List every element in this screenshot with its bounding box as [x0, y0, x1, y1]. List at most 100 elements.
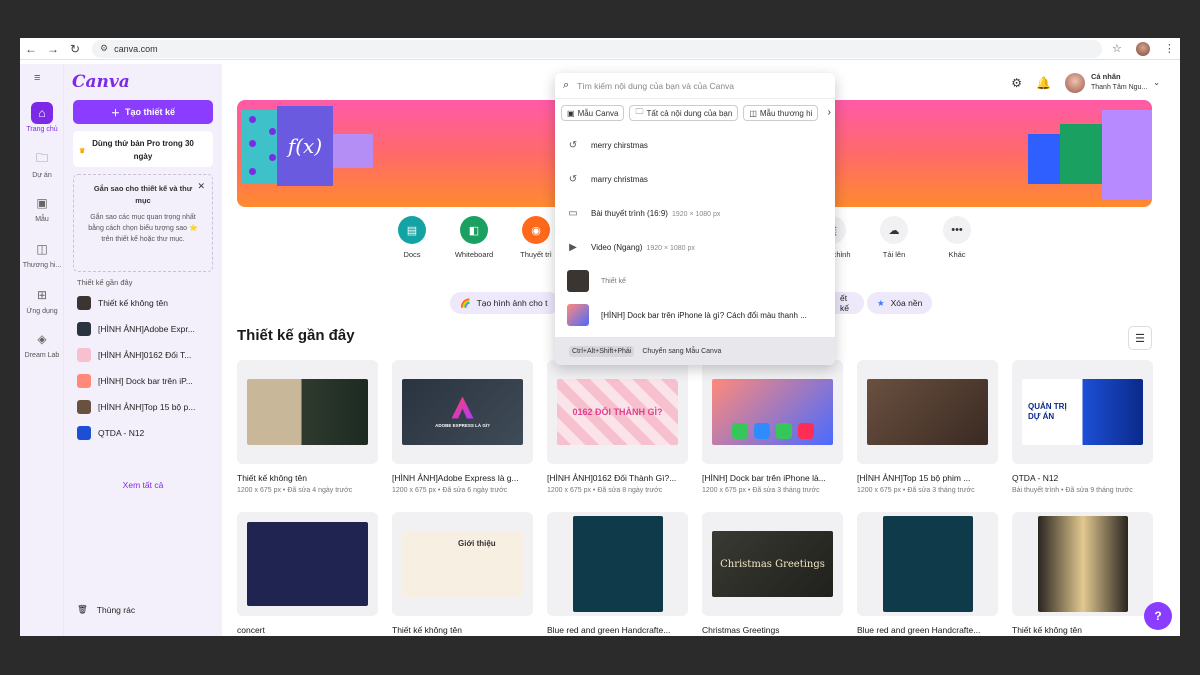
pro-trial-label: Dùng thử bản Pro trong 30 ngày	[92, 139, 194, 161]
template-icon: ▣	[36, 196, 48, 210]
rail-item-projects[interactable]: 🗀 Dự án	[20, 148, 64, 180]
quick-whiteboard[interactable]: ◧ Whiteboard	[444, 216, 504, 259]
search-suggestion[interactable]: ▶ Video (Ngang) 1920 × 1080 px	[555, 233, 835, 261]
card-thumbnail: QUẢN TRỊ DỰ ÁN	[1012, 360, 1153, 464]
search-suggestion[interactable]: ▭ Bài thuyết trình (16:9) 1920 × 1080 px	[555, 199, 835, 227]
search-placeholder: Tìm kiếm nội dung của bạn và của Canva	[577, 80, 735, 91]
canva-logo[interactable]: Canva	[72, 72, 130, 92]
search-input[interactable]: ⌕ Tìm kiếm nội dung của bạn và của Canva	[555, 73, 835, 99]
card-title: [HÌNH ẢNH]0162 Đối Thành Gì?...	[547, 473, 677, 483]
pill-label: Tạo hình ảnh cho t	[476, 298, 548, 308]
trash-button[interactable]: 🗑 Thùng rác	[77, 604, 135, 615]
design-card[interactable]: ADOBE EXPRESS LÀ GÌ? [HÌNH ẢNH]Adobe Exp…	[392, 360, 533, 494]
folder-icon: 🗀	[35, 150, 48, 165]
recent-design-label: [HÌNH ẢNH]0162 Đối T...	[98, 350, 192, 360]
rail-item-dreamlab[interactable]: ◈ Dream Lab	[20, 328, 64, 359]
rail-item-apps[interactable]: ⊞ Ứng dụng	[20, 284, 64, 315]
suggestion-text: merry chirstmas	[591, 140, 648, 150]
reload-icon[interactable]: ↻	[64, 38, 86, 60]
list-view-icon[interactable]: ☰	[1128, 326, 1152, 350]
design-card[interactable]: [HÌNH] Dock bar trên iPhone là... 1200 x…	[702, 360, 843, 494]
quick-label: Thuyết trì	[520, 250, 552, 259]
design-preview	[247, 379, 368, 445]
design-thumbnail	[77, 374, 91, 388]
recent-design-item[interactable]: [HÌNH ẢNH]0162 Đối T...	[77, 347, 191, 363]
chip-brand-templates[interactable]: ◫ Mẫu thương hi	[743, 105, 819, 121]
design-card[interactable]: Thiết kế không tên	[1012, 512, 1153, 635]
chip-all-your-content[interactable]: 🗀 Tất cả nội dung của bạn	[629, 105, 739, 121]
design-card[interactable]: 0162 ĐỔI THÀNH GÌ? [HÌNH ẢNH]0162 Đối Th…	[547, 360, 688, 494]
pill-label: ết kế	[840, 293, 849, 313]
rail-item-brand[interactable]: ◫ Thương hi...	[20, 238, 64, 269]
design-card[interactable]: QUẢN TRỊ DỰ ÁN QTDA - N12 Bài thuyết trì…	[1012, 360, 1153, 494]
rail-item-label: Dự án	[32, 172, 52, 179]
quick-docs[interactable]: ▤ Docs	[382, 216, 442, 259]
chevron-right-icon[interactable]: ›	[828, 107, 831, 118]
close-icon[interactable]: ✕	[197, 181, 205, 192]
address-bar[interactable]: ⚙ canva.com	[92, 39, 1102, 58]
dreamlab-icon: ◈	[37, 332, 47, 346]
account-switcher[interactable]: Cá nhân Thanh Tâm Ngu... ⌄	[1065, 72, 1160, 93]
history-icon: ↺	[568, 139, 578, 151]
card-title: Blue red and green Handcrafte...	[857, 625, 981, 635]
design-card[interactable]: Giới thiệu Thiết kế không tên	[392, 512, 533, 635]
design-card[interactable]: concert	[237, 512, 378, 635]
settings-gear-icon[interactable]: ⚙	[1011, 76, 1022, 90]
rail-item-templates[interactable]: ▣ Mẫu	[20, 192, 64, 223]
design-thumbnail	[567, 270, 589, 292]
back-icon[interactable]: ←	[20, 38, 42, 60]
forward-icon[interactable]: →	[42, 38, 64, 60]
search-result-label[interactable]: Thiết kế	[555, 267, 835, 295]
notification-bell-icon[interactable]: 🔔	[1036, 76, 1051, 90]
recent-design-item[interactable]: [HÌNH ẢNH]Top 15 bộ p...	[77, 399, 195, 415]
recent-design-item[interactable]: [HÌNH] Dock bar trên iP...	[77, 373, 193, 389]
card-title: [HÌNH ẢNH]Adobe Express là g...	[392, 473, 519, 483]
design-card[interactable]: Christmas Greetings Christmas Greetings	[702, 512, 843, 635]
trash-icon: 🗑	[77, 604, 88, 614]
design-card[interactable]: [HÌNH ẢNH]Top 15 bộ phim ... 1200 x 675 …	[857, 360, 998, 494]
recent-design-label: QTDA - N12	[98, 428, 145, 438]
search-footer[interactable]: Ctrl+Alt+Shift+Phải Chuyển sang Mẫu Canv…	[555, 337, 835, 365]
design-card[interactable]: Blue red and green Handcrafte...	[857, 512, 998, 635]
help-button[interactable]: ?	[1144, 602, 1172, 630]
card-thumbnail: Giới thiệu	[392, 512, 533, 616]
create-design-button[interactable]: ＋ Tạo thiết kế	[73, 100, 213, 124]
design-card[interactable]: Thiết kế không tên 1200 x 675 px • Đã sử…	[237, 360, 378, 494]
design-preview: Christmas Greetings	[712, 531, 833, 597]
rail-item-home[interactable]: ⌂ Trang chủ	[20, 102, 64, 133]
site-settings-icon[interactable]: ⚙	[100, 43, 108, 54]
design-preview: Giới thiệu	[402, 531, 523, 597]
profile-avatar[interactable]	[1135, 41, 1150, 56]
remove-background-pill[interactable]: ★ Xóa nền	[867, 292, 933, 314]
card-thumbnail	[857, 512, 998, 616]
dot-decoration	[269, 128, 276, 135]
search-suggestion[interactable]: ↺ marry christmas	[555, 165, 835, 193]
see-all-link[interactable]: Xem tất cả	[64, 480, 222, 490]
recent-design-item[interactable]: Thiết kế không tên	[77, 295, 168, 311]
keyboard-shortcut: Ctrl+Alt+Shift+Phải	[569, 345, 635, 357]
search-suggestion[interactable]: ↺ merry chirstmas	[555, 131, 835, 159]
quick-more[interactable]: ••• Khác	[927, 216, 987, 259]
browser-menu-icon[interactable]: ⋮	[1164, 42, 1175, 55]
collapse-sidebar-icon[interactable]: ≡	[34, 72, 40, 84]
avatar	[1065, 72, 1085, 93]
bookmark-star-icon[interactable]: ☆	[1112, 42, 1122, 55]
magic-media-pill[interactable]: 🌈 Tạo hình ảnh cho t	[450, 292, 560, 314]
design-card[interactable]: Blue red and green Handcrafte...	[547, 512, 688, 635]
chip-canva-templates[interactable]: ▣ Mẫu Canva	[561, 105, 625, 121]
adobe-express-logo	[451, 396, 474, 419]
design-thumbnail	[77, 322, 91, 336]
pro-trial-button[interactable]: ♛ Dùng thử bản Pro trong 30 ngày	[73, 131, 213, 167]
design-preview: ADOBE EXPRESS LÀ GÌ?	[402, 379, 523, 445]
rail-item-label: Mẫu	[35, 216, 49, 223]
safari-app-icon	[753, 423, 770, 439]
brand-icon: ◫	[36, 242, 48, 256]
recent-design-item[interactable]: QTDA - N12	[77, 425, 144, 441]
card-meta: 1200 x 675 px • Đã sửa 3 tháng trước	[702, 487, 820, 494]
card-thumbnail	[547, 512, 688, 616]
rail-item-label: Thương hi...	[22, 262, 62, 269]
quick-upload[interactable]: ☁ Tải lên	[864, 216, 924, 259]
design-pill[interactable]: ết kế	[834, 292, 864, 314]
search-result-design[interactable]: [HÌNH] Dock bar trên iPhone là gì? Cách …	[555, 301, 835, 329]
recent-design-item[interactable]: [HÌNH ẢNH]Adobe Expr...	[77, 321, 195, 337]
